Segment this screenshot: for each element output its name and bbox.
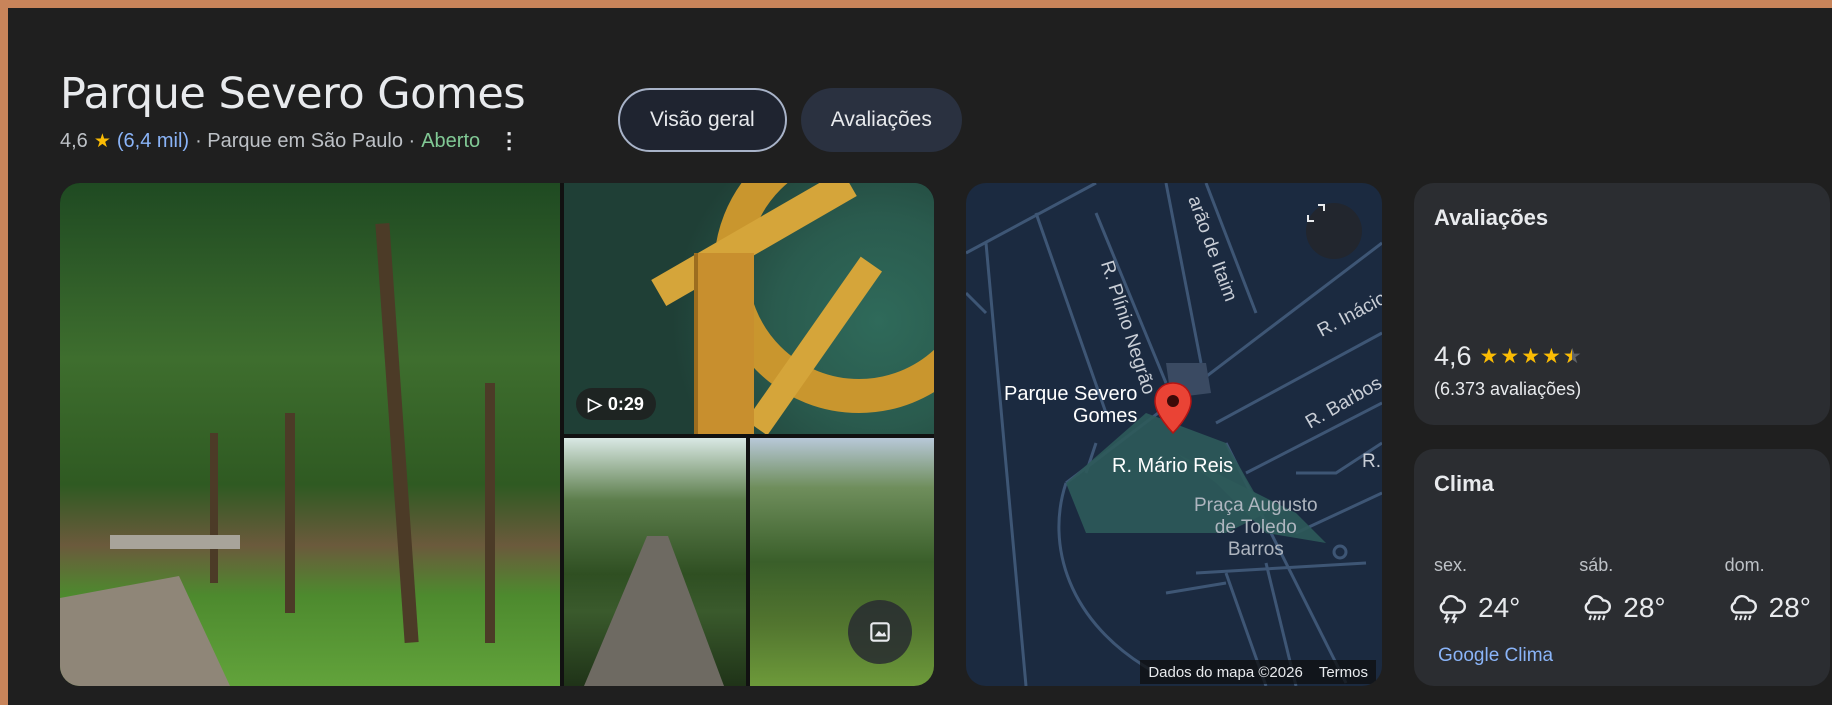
reviews-total: (6.373 avaliações) — [1434, 379, 1582, 399]
video-water-wheel[interactable]: ▷ 0:29 — [564, 183, 934, 434]
video-duration: 0:29 — [607, 393, 644, 414]
rain-icon — [1730, 594, 1757, 621]
forecast-day: sex. 24° — [1434, 555, 1579, 626]
street-label: R. Mário Reis — [1112, 455, 1234, 477]
forecast-days: sex. 24° sáb. 28° dom. 28° — [1434, 555, 1832, 626]
day-name: sáb. — [1579, 555, 1614, 575]
photo-trail[interactable] — [564, 438, 746, 686]
expand-icon — [1307, 204, 1325, 222]
tab-overview[interactable]: Visão geral — [618, 88, 787, 152]
weather-card-title: Clima — [1434, 471, 1494, 496]
video-duration-badge: ▷ 0:29 — [576, 388, 656, 420]
weather-card[interactable]: Clima sex. 24° sáb. 28° dom. 28° Google … — [1414, 449, 1830, 686]
street-label: R.: — [1362, 451, 1382, 472]
location-pin-icon — [1154, 382, 1192, 435]
rain-icon — [1584, 594, 1612, 621]
knowledge-panel: ​ Parque Severo Gomes 4,6 ★ (6,4 mil) · … — [8, 8, 1832, 705]
place-subtitle: 4,6 ★ (6,4 mil) · Parque em São Paulo · … — [60, 128, 525, 154]
map-attribution: Dados do mapa ©2026 Termos — [1140, 660, 1376, 684]
star-icon: ★ — [1479, 345, 1499, 368]
photo-gallery: ▷ 0:29 — [60, 183, 934, 686]
day-temperature: 28° — [1768, 592, 1811, 623]
forecast-day: sáb. 28° — [1579, 555, 1724, 626]
star-icon: ★ — [93, 130, 111, 152]
reviews-card-title: Avaliações — [1434, 205, 1549, 230]
half-star-icon: ★★ — [1562, 345, 1582, 368]
photo-park-trees[interactable] — [60, 183, 560, 686]
place-category: · Parque em São Paulo · — [195, 129, 416, 152]
map-data-credit: Dados do mapa ©2026 — [1148, 663, 1303, 681]
tab-bar: Visão geral Avaliações — [618, 88, 962, 152]
play-icon: ▷ — [588, 393, 602, 414]
reviews-card[interactable]: Avaliações 4,6 ★ ★ ★ ★ ★★ (6.373 avaliaç… — [1414, 183, 1830, 425]
rating-value: 4,6 — [60, 129, 88, 152]
google-weather-link[interactable]: Google Clima — [1438, 645, 1553, 667]
day-temperature: 24° — [1478, 592, 1521, 623]
expand-map-button[interactable] — [1306, 203, 1362, 259]
map-preview[interactable]: R. Plínio Negrão arão de Itaim R. Inácio… — [966, 183, 1382, 686]
place-header: Parque Severo Gomes 4,6 ★ (6,4 mil) · Pa… — [60, 69, 526, 154]
star-icon: ★ — [1500, 345, 1520, 368]
map-terms-link[interactable]: Termos — [1319, 664, 1368, 681]
reviews-count-link[interactable]: (6,4 mil) — [117, 130, 189, 153]
park-label: Parque Severo Gomes — [1004, 383, 1138, 427]
open-status: Aberto — [421, 129, 481, 152]
day-temperature: 28° — [1623, 592, 1666, 623]
tab-reviews[interactable]: Avaliações — [800, 88, 962, 152]
square-label: Praça Augusto de Toledo Barros — [1194, 495, 1318, 560]
day-name: sex. — [1434, 555, 1468, 575]
day-name: dom. — [1724, 555, 1765, 575]
rating-number: 4,6 — [1434, 341, 1472, 371]
star-icon: ★ — [1521, 345, 1541, 368]
rating-stars: ★ ★ ★ ★ ★★ — [1480, 344, 1582, 369]
rating-row: 4,6 ★ ★ ★ ★ ★★ — [1434, 341, 1582, 372]
see-photos-button[interactable] — [848, 600, 912, 664]
place-title: Parque Severo Gomes — [60, 69, 526, 119]
forecast-day: dom. 28° — [1725, 555, 1832, 626]
image-icon — [870, 622, 890, 642]
star-icon: ★ — [1542, 345, 1561, 368]
more-options-icon[interactable]: ⋮ — [498, 128, 520, 154]
thunderstorm-icon — [1439, 594, 1466, 624]
